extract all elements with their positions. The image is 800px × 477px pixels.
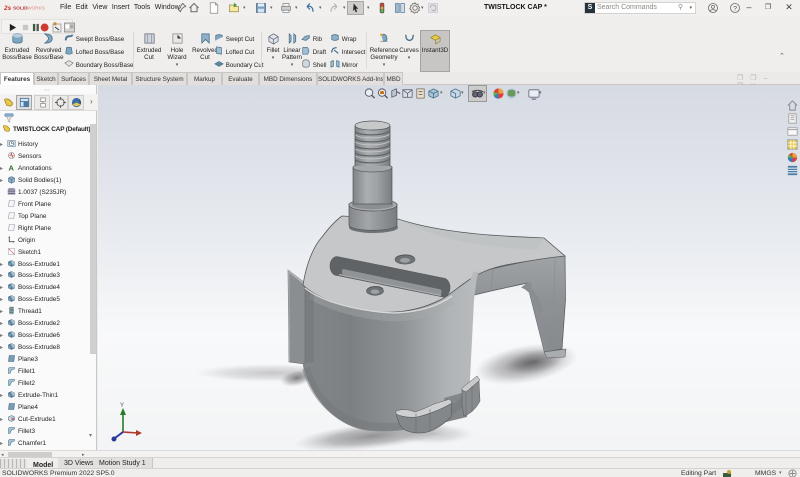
svg-text:A: A [9, 163, 15, 172]
svg-text:SOLID: SOLID [13, 6, 28, 12]
svg-text:WORKS: WORKS [27, 6, 45, 12]
svg-text:?: ? [733, 5, 737, 12]
svg-text:Y: Y [120, 403, 124, 409]
svg-text:2s: 2s [3, 5, 12, 12]
